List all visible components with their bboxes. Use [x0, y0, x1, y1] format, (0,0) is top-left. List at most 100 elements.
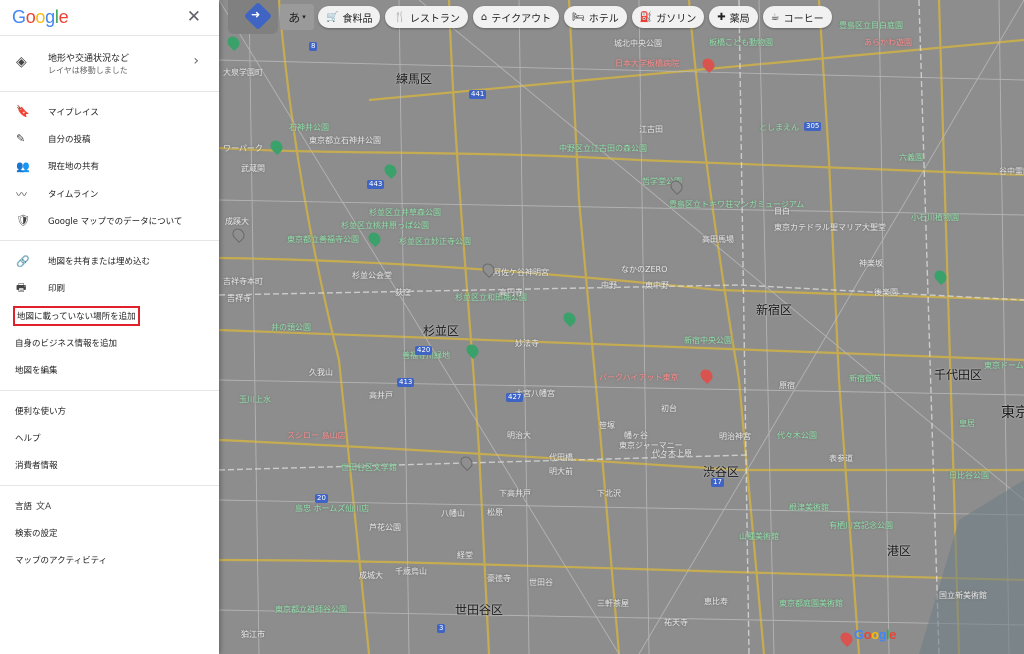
map-label[interactable]: 江古田	[639, 124, 663, 135]
map-label[interactable]: 玉川上水	[239, 394, 271, 405]
map-label[interactable]: 山種美術館	[739, 531, 779, 542]
map-label[interactable]: 井の頭公園	[271, 322, 311, 333]
map-label[interactable]: 代々木公園	[777, 430, 817, 441]
menu-item-location-sharing[interactable]: 👥 現在地の共有	[0, 153, 219, 180]
map-label[interactable]: 東京カテドラル聖マリア大聖堂	[774, 222, 886, 233]
map-label[interactable]: 杉並公会堂	[352, 270, 392, 281]
close-icon[interactable]: ✕	[187, 8, 201, 26]
menu-item-my-places[interactable]: 🔖 マイプレイス	[0, 98, 219, 125]
map-label[interactable]: 板橋こども動物園	[709, 37, 773, 48]
map-label[interactable]: 東京都庭園美術館	[779, 598, 843, 609]
map-label[interactable]: 代田橋	[549, 452, 573, 463]
map-label[interactable]: 初台	[661, 403, 677, 414]
chip-pharmacy[interactable]: ✚ 薬局	[709, 6, 758, 28]
map-label[interactable]: 表参道	[829, 453, 853, 464]
map-label[interactable]: 荻窪	[395, 287, 411, 298]
map-label[interactable]: 目白	[774, 206, 790, 217]
map-label[interactable]: 高円寺	[499, 287, 523, 298]
map-label[interactable]: 八幡山	[441, 508, 465, 519]
map-label[interactable]: 神楽坂	[859, 258, 883, 269]
map-label[interactable]: 杉並区立井草森公園	[369, 207, 441, 218]
map-label[interactable]: 国立新美術館	[939, 590, 987, 601]
map-label[interactable]: 阿佐ケ谷神明宮	[493, 267, 549, 278]
map-label[interactable]: 新宿御苑	[849, 373, 881, 384]
map-label[interactable]: 成蹊大	[225, 216, 249, 227]
chip-hotel[interactable]: 🛏 ホテル	[564, 6, 627, 28]
map-label[interactable]: パークハイアット東京	[599, 372, 678, 383]
map-label[interactable]: 大泉学園町	[223, 67, 263, 78]
chip-gas[interactable]: ⛽ ガソリン	[631, 6, 705, 28]
map-label[interactable]: 日本大学板橋病院	[615, 58, 679, 69]
map-label[interactable]: 日比谷公園	[949, 470, 989, 481]
menu-item-share-embed[interactable]: 🔗 地図を共有または埋め込む	[0, 247, 219, 274]
map-label[interactable]: 武蔵関	[241, 163, 265, 174]
map-label[interactable]: なかのZERO	[621, 264, 667, 275]
map-label[interactable]: 新宿中央公園	[684, 335, 732, 346]
map-label[interactable]: ワーパーク	[223, 143, 263, 154]
map-label[interactable]: 小石川植物園	[911, 212, 959, 223]
chip-coffee[interactable]: ☕ コーヒー	[762, 6, 832, 28]
map-label[interactable]: 笹塚	[599, 420, 615, 431]
map-label[interactable]: 恵比寿	[704, 596, 728, 607]
map-label[interactable]: 中野区立江古田の森公園	[559, 143, 647, 154]
chip-takeout[interactable]: ⌂ テイクアウト	[472, 6, 560, 28]
map-label[interactable]: 下北沢	[597, 488, 621, 499]
map-label[interactable]: 明治大	[507, 430, 531, 441]
map-label[interactable]: 幡ヶ谷	[624, 430, 648, 441]
map-label[interactable]: 妙法寺	[515, 338, 539, 349]
map-canvas[interactable]: 練馬区 杉並区 新宿区 千代田区 渋谷区 世田谷区 港区 東京 大泉学園町 石神…	[219, 0, 1024, 654]
map-label[interactable]: 経堂	[457, 550, 473, 561]
map-label[interactable]: 高田馬場	[702, 234, 734, 245]
menu-item-help[interactable]: ヘルプ	[0, 424, 219, 451]
menu-item-tips[interactable]: 便利な使い方	[0, 397, 219, 424]
map-label[interactable]: 城北中央公園	[614, 38, 662, 49]
map-label[interactable]: 松原	[487, 507, 503, 518]
map-label[interactable]: 東京都立石神井公園	[309, 135, 381, 146]
map-label[interactable]: 芦花公園	[369, 522, 401, 533]
map-label[interactable]: 吉祥寺本町	[223, 276, 263, 287]
menu-item-print[interactable]: 🖶 印刷	[0, 275, 219, 302]
map-label[interactable]: 石神井公園	[289, 122, 329, 133]
map-label[interactable]: 豪徳寺	[487, 573, 511, 584]
menu-item-add-missing-place[interactable]: 地図に載っていない場所を追加	[0, 302, 219, 329]
menu-item-add-business[interactable]: 自身のビジネス情報を追加	[0, 329, 219, 356]
map-label[interactable]: 三軒茶屋	[597, 598, 629, 609]
map-label[interactable]: 下高井戸	[499, 488, 531, 499]
map-label[interactable]: としまえん	[759, 122, 799, 133]
map-label[interactable]: 東京都立祖師谷公園	[275, 604, 347, 615]
map-label[interactable]: 有栖川宮記念公園	[829, 520, 893, 531]
map-label[interactable]: 東京ドーム	[984, 360, 1024, 371]
map-label[interactable]: 明大前	[549, 466, 573, 477]
menu-item-consumer-info[interactable]: 消費者情報	[0, 452, 219, 479]
menu-item-my-posts[interactable]: ✎ 自分の投稿	[0, 125, 219, 152]
map-label[interactable]: スシロー 島山店	[287, 430, 346, 441]
map-label[interactable]: 原宿	[779, 380, 795, 391]
map-label[interactable]: 中野	[601, 280, 617, 291]
map-label[interactable]: 祐天寺	[664, 617, 688, 628]
map-label[interactable]: あらかわ遊園	[864, 37, 912, 48]
map-label[interactable]: 東京都立善福寺公園	[287, 234, 359, 245]
menu-item-data-info[interactable]: 🛡 Google マップでのデータについて	[0, 207, 219, 234]
map-label[interactable]: 世田谷	[529, 577, 553, 588]
menu-item-timeline[interactable]: 〰 タイムライン	[0, 180, 219, 207]
layers-item[interactable]: ◈ 地形や交通状況など レイヤは移動しました ›	[0, 36, 219, 92]
map-label[interactable]: 皇居	[959, 418, 975, 429]
map-label[interactable]: 豊島区立目白庭園	[839, 20, 903, 31]
map-label[interactable]: 根津美術館	[789, 502, 829, 513]
menu-item-edit-map[interactable]: 地図を編集	[0, 357, 219, 384]
map-label[interactable]: 島忠 ホームズ仙川店	[295, 503, 369, 514]
map-label[interactable]: 谷中霊園	[999, 166, 1024, 177]
map-label[interactable]: 成城大	[359, 570, 383, 581]
map-label[interactable]: 高井戸	[369, 390, 393, 401]
map-label[interactable]: 千歳烏山	[395, 566, 427, 577]
map-label[interactable]: 吉祥寺	[227, 293, 251, 304]
map-label[interactable]: 久我山	[309, 367, 333, 378]
map-label[interactable]: 東中野	[645, 280, 669, 291]
chip-grocery[interactable]: 🛒 食料品	[318, 6, 381, 28]
map-label[interactable]: 六義園	[899, 152, 923, 163]
menu-item-language[interactable]: 言語 文A	[0, 492, 219, 519]
map-label[interactable]: 世田谷区文学館	[341, 462, 397, 473]
input-language-button[interactable]: あ ▾	[280, 4, 314, 30]
map-label[interactable]: 杉並区立桃井原っぱ公園	[341, 220, 429, 231]
map-label[interactable]: 狛江市	[241, 629, 265, 640]
